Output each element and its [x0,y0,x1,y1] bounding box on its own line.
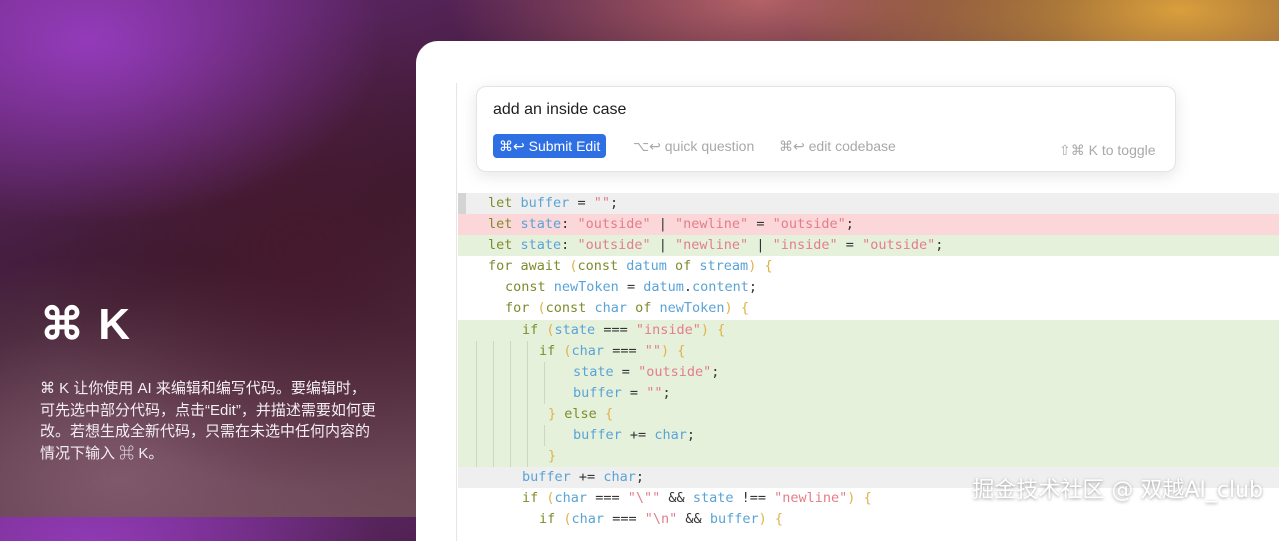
code-text: buffer = ""; [573,384,671,401]
code-text: let buffer = ""; [488,195,619,211]
cmdk-prompt-box[interactable]: add an inside case ⌘↩ Submit Edit ⌥↩ qui… [476,86,1176,172]
code-text: for (const char of newToken) { [505,300,749,317]
code-text: const newToken = datum.content; [505,279,758,296]
code-text: buffer += char; [522,469,644,486]
quick-question-hint[interactable]: ⌥↩ quick question [633,138,754,155]
code-text: let state: "outside" | "newline" | "insi… [488,237,944,254]
code-text: if (char === "\"" && state !== "newline"… [522,490,872,507]
feature-title: ⌘ K [40,300,131,349]
code-line-added: let state: "outside" | "newline" | "insi… [458,235,1279,257]
watermark: 掘金技术社区 @ 双越AI_club [972,478,1263,503]
edit-codebase-hint[interactable]: ⌘↩ edit codebase [779,138,896,155]
code-line: const newToken = datum.content; [458,277,1279,298]
code-text: if (char === "\n" && buffer) { [539,511,784,528]
code-editor[interactable]: add an inside case ⌘↩ Submit Edit ⌥↩ qui… [416,41,1279,541]
code-text: if (state === "inside") { [522,321,726,338]
toggle-hint: ⇧⌘ K to toggle [1059,142,1156,158]
code-line: if (char === "\n" && buffer) { [458,509,1279,530]
code-line: for await (const datum of stream) { [458,256,1279,277]
code-text: buffer += char; [573,427,695,444]
code-line-added: } else { [458,403,1279,426]
code-line-added: if (char === "") { [458,340,1279,362]
code-line-added: buffer += char; [458,425,1279,447]
editor-gutter [456,83,457,541]
code-text: } else { [548,405,614,422]
feature-panel: ⌘ K ⌘ K 让你使用 AI 来编辑和编写代码。要编辑时，可先选中部分代码，点… [40,300,380,464]
code-line: let buffer = ""; [458,193,1279,215]
code-text: for await (const datum of stream) { [488,258,773,275]
code-line-added: buffer = ""; [458,382,1279,404]
code-line: for (const char of newToken) { [458,298,1279,319]
prompt-input[interactable]: add an inside case [493,101,626,119]
code-text: if (char === "") { [539,342,686,359]
code-text: } [548,448,557,465]
submit-edit-button[interactable]: ⌘↩ Submit Edit [493,134,607,158]
code-text: let state: "outside" | "newline" = "outs… [488,216,854,233]
code-line-added: } [458,446,1279,468]
code-text: state = "outside"; [573,363,720,380]
feature-description: ⌘ K 让你使用 AI 来编辑和编写代码。要编辑时，可先选中部分代码，点击“Ed… [40,380,376,462]
code-line-added: if (state === "inside") { [458,319,1279,341]
code-line-added: state = "outside"; [458,361,1279,383]
code-line-removed: let state: "outside" | "newline" = "outs… [458,214,1279,236]
